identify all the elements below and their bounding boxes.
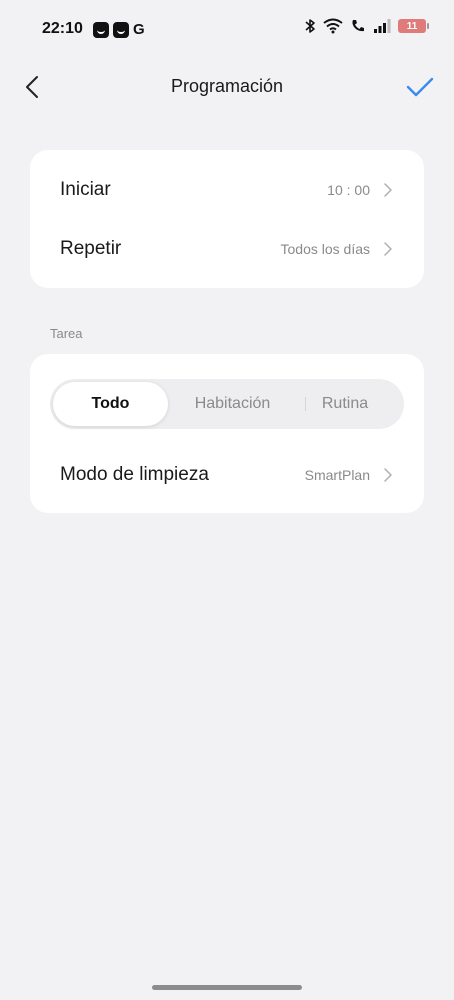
repeat-value: Todos los días [280, 241, 371, 257]
task-type-segmented-control: Todo Habitación Rutina [50, 379, 404, 429]
task-card: Todo Habitación Rutina Modo de limpieza … [30, 354, 424, 513]
chevron-right-icon [384, 242, 392, 256]
task-section-label: Tarea [50, 326, 83, 341]
notification-icons: G [93, 22, 145, 38]
bluetooth-icon [305, 19, 315, 33]
signal-icon [374, 19, 391, 33]
page-title: Programación [170, 76, 284, 96]
tab-todo[interactable]: Todo [53, 382, 168, 426]
repeat-row[interactable]: Repetir Todos los días [30, 221, 424, 277]
call-icon [352, 20, 364, 32]
cleaning-mode-value: SmartPlan [304, 467, 370, 483]
status-bar: 22:10 G 11 [0, 0, 454, 60]
top-bar: Programación [0, 60, 454, 116]
notification-app-icon [113, 22, 129, 38]
status-time: 22:10 [42, 20, 83, 37]
schedule-card: Iniciar 10 : 00 Repetir Todos los días [30, 150, 424, 288]
cleaning-mode-row[interactable]: Modo de limpieza SmartPlan [30, 447, 424, 503]
schedule-screen: 22:10 G 11 Programación Iniciar 10: 00 … [0, 0, 454, 1000]
chevron-right-icon [384, 468, 392, 482]
tab-rutina[interactable]: Rutina [290, 379, 400, 429]
home-indicator[interactable] [152, 985, 302, 990]
start-time-row[interactable]: Iniciar 10 : 00 [30, 162, 424, 218]
cleaning-mode-label: Modo de limpieza [60, 464, 209, 485]
start-label: Iniciar [60, 179, 111, 200]
g-icon: G [133, 21, 145, 38]
wifi-icon [323, 18, 343, 34]
start-value: 10 : 00 [327, 182, 370, 198]
checkmark-icon [406, 77, 434, 97]
tab-habitacion[interactable]: Habitación [175, 379, 290, 429]
confirm-button[interactable] [404, 72, 436, 102]
notification-app-icon [93, 22, 109, 38]
system-icons: 11 [304, 18, 429, 34]
chevron-right-icon [384, 183, 392, 197]
repeat-label: Repetir [60, 238, 122, 259]
battery-icon: 11 [398, 19, 429, 33]
